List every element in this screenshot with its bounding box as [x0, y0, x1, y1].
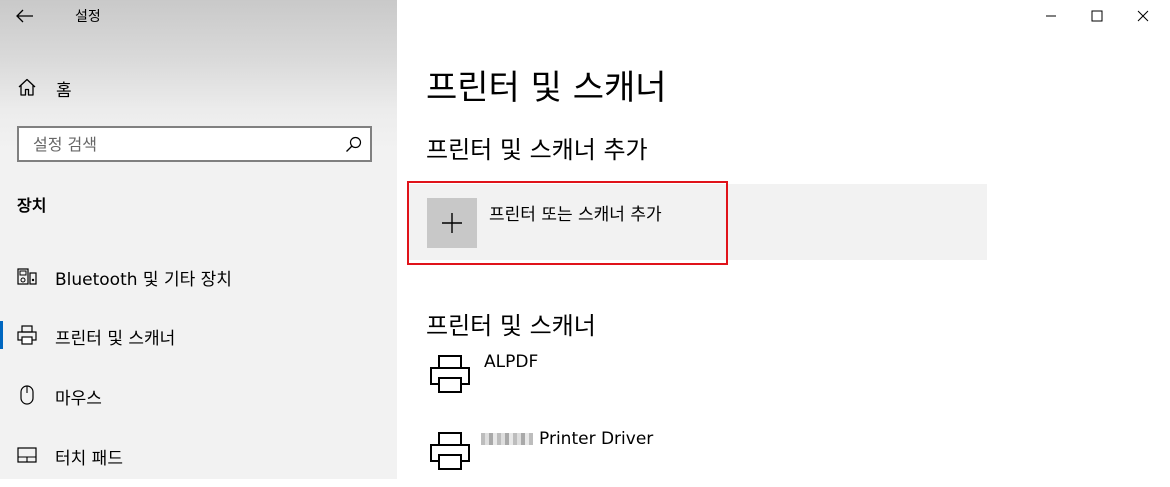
title-bar: 설정 [0, 0, 397, 32]
page-title: 프린터 및 스캐너 [426, 68, 667, 108]
close-icon [1137, 10, 1149, 22]
plus-icon [442, 213, 462, 233]
minimize-button[interactable] [1028, 0, 1074, 32]
window-controls [1010, 0, 1170, 32]
mouse-icon [20, 385, 34, 405]
home-link[interactable]: 홈 [0, 70, 397, 104]
sidebar-item-mouse[interactable]: 마우스 [0, 373, 397, 417]
add-printer-button[interactable]: 프린터 또는 스캐너 추가 [407, 184, 987, 260]
sidebar-item-bluetooth[interactable]: Bluetooth 및 기타 장치 [0, 254, 397, 298]
sidebar-item-label: Bluetooth 및 기타 장치 [55, 270, 232, 290]
printer-name-row: Printer Driver [481, 429, 653, 449]
add-section-heading: 프린터 및 스캐너 추가 [426, 136, 648, 164]
selection-indicator [0, 321, 3, 349]
printer-name: Printer Driver [539, 429, 654, 449]
back-arrow-icon [16, 9, 33, 23]
maximize-button[interactable] [1074, 0, 1120, 32]
sidebar-item-touchpad[interactable]: 터치 패드 [0, 433, 397, 477]
search-icon[interactable] [345, 136, 362, 153]
sidebar-item-label: 마우스 [55, 389, 102, 409]
printer-name: ALPDF [484, 352, 539, 372]
add-printer-label: 프린터 또는 스캐너 추가 [489, 205, 662, 225]
printer-icon [430, 432, 470, 470]
sidebar-item-label: 터치 패드 [55, 449, 123, 469]
home-icon [18, 78, 36, 96]
back-button[interactable] [8, 2, 42, 30]
printer-item[interactable]: ALPDF [426, 350, 966, 410]
sidebar-item-printers[interactable]: 프린터 및 스캐너 [0, 313, 397, 357]
search-input[interactable] [19, 128, 339, 160]
maximize-icon [1091, 10, 1103, 22]
printer-icon [430, 355, 470, 393]
section-heading-devices: 장치 [17, 196, 47, 215]
app-title: 설정 [75, 9, 101, 25]
minimize-icon [1046, 15, 1056, 17]
add-icon-box [427, 198, 477, 248]
touchpad-icon [17, 447, 37, 463]
printer-list-heading: 프린터 및 스캐너 [426, 312, 596, 340]
home-label: 홈 [56, 81, 72, 101]
search-box[interactable] [17, 126, 372, 162]
obscured-text [481, 433, 533, 445]
printer-icon [17, 325, 37, 345]
sidebar-item-label: 프린터 및 스캐너 [55, 329, 176, 349]
printer-item[interactable]: Printer Driver [426, 427, 966, 487]
sidebar: 설정 홈 장치 Bluetooth 및 기타 장치 프린터 [0, 0, 397, 479]
bluetooth-devices-icon [17, 268, 37, 285]
close-button[interactable] [1120, 0, 1166, 32]
